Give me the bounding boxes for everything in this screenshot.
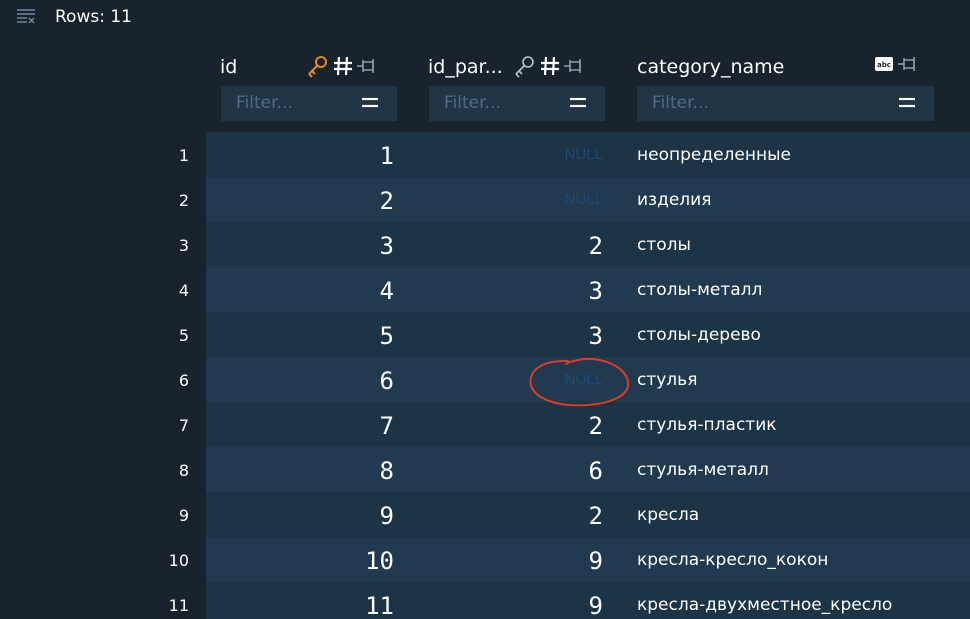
- table-row[interactable]: 9 9 2 кресла: [0, 492, 970, 537]
- table-row[interactable]: 4 4 3 столы-металл: [0, 267, 970, 312]
- filter-input-id-parent[interactable]: Filter...: [429, 86, 605, 121]
- row-number: 3: [178, 236, 189, 255]
- hash-icon: [539, 54, 561, 78]
- row-number: 9: [178, 506, 189, 525]
- cell-id[interactable]: 4: [380, 277, 394, 305]
- filter-input-category-name[interactable]: Filter...: [637, 86, 934, 121]
- pin-icon[interactable]: [356, 56, 378, 76]
- cell-id[interactable]: 1: [380, 142, 394, 170]
- cell-id[interactable]: 3: [380, 232, 394, 260]
- table-row[interactable]: 7 7 2 стулья-пластик: [0, 402, 970, 447]
- row-number: 1: [178, 146, 189, 165]
- filter-placeholder: Filter...: [444, 93, 501, 113]
- column-title: id: [220, 56, 238, 78]
- cell-id-parent[interactable]: 2: [589, 502, 603, 530]
- filter-operator-icon[interactable]: [898, 95, 916, 109]
- table-row[interactable]: 2 2 NULL изделия: [0, 177, 970, 222]
- row-number: 4: [178, 281, 189, 300]
- pin-icon[interactable]: [563, 56, 585, 76]
- table-row[interactable]: 10 10 9 кресла-кресло_кокон: [0, 537, 970, 582]
- row-number: 7: [178, 416, 189, 435]
- filter-operator-icon[interactable]: [361, 95, 379, 109]
- cell-category-name[interactable]: кресла-двухместное_кресло: [637, 595, 892, 615]
- row-number: 8: [178, 461, 189, 480]
- table-row[interactable]: 5 5 3 столы-дерево: [0, 312, 970, 357]
- row-count-label: Rows: 11: [55, 7, 132, 27]
- table-row[interactable]: 11 11 9 кресла-двухместное_кресло: [0, 582, 970, 619]
- key-icon: [306, 54, 330, 78]
- filter-input-id[interactable]: Filter...: [221, 86, 397, 121]
- table-row[interactable]: 8 8 6 стулья-металл: [0, 447, 970, 492]
- cell-category-name[interactable]: кресла-кресло_кокон: [637, 550, 828, 570]
- filter-placeholder: Filter...: [236, 93, 293, 113]
- rows-filter-icon[interactable]: [16, 8, 36, 24]
- cell-id-parent[interactable]: 9: [589, 592, 603, 619]
- column-title: id_par...: [428, 56, 503, 78]
- cell-id[interactable]: 8: [380, 457, 394, 485]
- cell-category-name[interactable]: неопределенные: [637, 145, 791, 165]
- cell-category-name[interactable]: стулья-металл: [637, 460, 769, 480]
- cell-id-parent[interactable]: NULL: [565, 191, 603, 208]
- cell-id-parent[interactable]: 3: [589, 322, 603, 350]
- filter-placeholder: Filter...: [652, 93, 709, 113]
- hash-icon: [332, 54, 354, 78]
- cell-id[interactable]: 11: [365, 592, 394, 619]
- cell-id-parent[interactable]: 6: [589, 457, 603, 485]
- cell-id[interactable]: 10: [365, 547, 394, 575]
- pin-icon[interactable]: [897, 54, 919, 74]
- cell-id[interactable]: 6: [380, 367, 394, 395]
- cell-id-parent[interactable]: NULL: [565, 371, 603, 388]
- row-number: 5: [178, 326, 189, 345]
- cell-id[interactable]: 5: [380, 322, 394, 350]
- table-row[interactable]: 3 3 2 столы: [0, 222, 970, 267]
- cell-id[interactable]: 9: [380, 502, 394, 530]
- text-type-icon: abc: [873, 54, 895, 74]
- row-number: 2: [178, 191, 189, 210]
- cell-category-name[interactable]: столы-дерево: [637, 325, 761, 345]
- cell-id[interactable]: 2: [380, 187, 394, 215]
- cell-category-name[interactable]: столы: [637, 235, 691, 255]
- row-number: 11: [168, 596, 189, 615]
- column-title: category_name: [637, 56, 785, 78]
- svg-text:abc: abc: [877, 61, 891, 69]
- cell-id-parent[interactable]: NULL: [565, 146, 603, 163]
- cell-category-name[interactable]: стулья-пластик: [637, 415, 777, 435]
- filter-operator-icon[interactable]: [569, 95, 587, 109]
- cell-id-parent[interactable]: 2: [589, 412, 603, 440]
- cell-category-name[interactable]: стулья: [637, 370, 697, 390]
- row-number: 10: [168, 551, 189, 570]
- cell-id[interactable]: 7: [380, 412, 394, 440]
- cell-category-name[interactable]: изделия: [637, 190, 711, 210]
- cell-id-parent[interactable]: 2: [589, 232, 603, 260]
- cell-category-name[interactable]: кресла: [637, 505, 699, 525]
- table-row[interactable]: 1 1 NULL неопределенные: [0, 132, 970, 177]
- toolbar: Rows: 11: [0, 0, 970, 40]
- key-icon: [513, 54, 537, 78]
- cell-category-name[interactable]: столы-металл: [637, 280, 762, 300]
- row-number: 6: [178, 371, 189, 390]
- cell-id-parent[interactable]: 3: [589, 277, 603, 305]
- data-grid: 1 1 NULL неопределенные 2 2 NULL изделия 3 3 2 стол…: [0, 132, 970, 619]
- cell-id-parent[interactable]: 9: [589, 547, 603, 575]
- table-row[interactable]: 6 6 NULL стулья: [0, 357, 970, 402]
